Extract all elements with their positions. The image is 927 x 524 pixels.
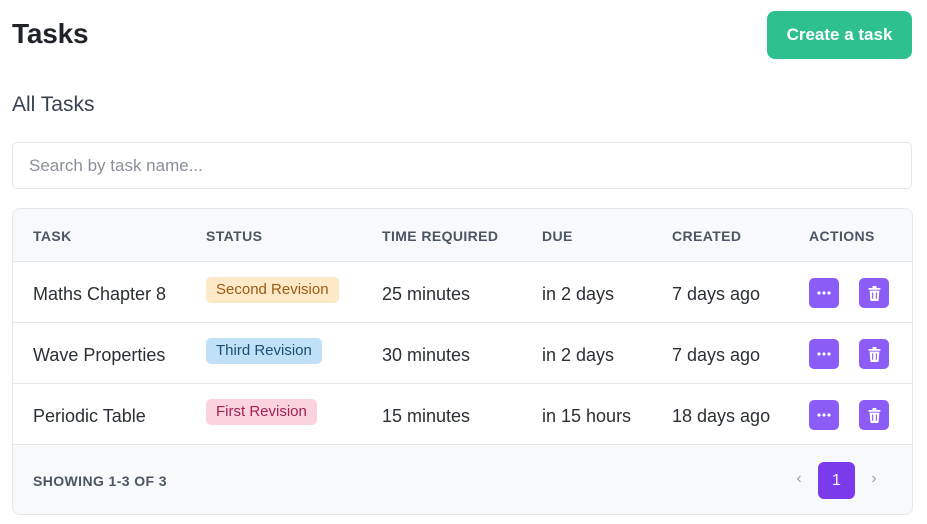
page-title: Tasks <box>12 18 89 49</box>
delete-task-button[interactable] <box>859 400 889 430</box>
table-row: Periodic Table First Revision 15 minutes… <box>13 384 912 445</box>
more-icon <box>817 413 831 417</box>
column-header-actions: ACTIONS <box>809 228 875 244</box>
trash-icon <box>868 346 880 362</box>
column-header-due: DUE <box>542 228 573 244</box>
task-name: Wave Properties <box>33 345 166 365</box>
trash-icon <box>868 407 880 423</box>
due-date: in 2 days <box>542 284 615 304</box>
more-options-button[interactable] <box>809 339 839 369</box>
time-required: 15 minutes <box>382 406 471 426</box>
task-name: Periodic Table <box>33 406 146 426</box>
tasks-table: TASK STATUS TIME REQUIRED DUE CREATED AC… <box>12 208 913 515</box>
pagination-summary: SHOWING 1-3 OF 3 <box>33 473 167 489</box>
status-badge: Third Revision <box>206 338 322 364</box>
table-footer: SHOWING 1-3 OF 3 ‹ 1 › <box>13 446 912 514</box>
status-badge: First Revision <box>206 399 317 425</box>
time-required: 25 minutes <box>382 284 471 304</box>
created-date: 7 days ago <box>672 284 761 304</box>
page-1-button[interactable]: 1 <box>818 462 855 499</box>
status-badge: Second Revision <box>206 277 339 303</box>
due-date: in 15 hours <box>542 406 632 426</box>
column-header-created: CREATED <box>672 228 742 244</box>
task-name: Maths Chapter 8 <box>33 284 167 304</box>
section-title: All Tasks <box>12 93 95 116</box>
table-row: Maths Chapter 8 Second Revision 25 minut… <box>13 262 912 323</box>
create-task-button[interactable]: Create a task <box>767 11 912 59</box>
column-header-status: STATUS <box>206 228 263 244</box>
trash-icon <box>868 285 880 301</box>
more-options-button[interactable] <box>809 278 839 308</box>
due-date: in 2 days <box>542 345 615 365</box>
search-box <box>12 142 912 189</box>
time-required: 30 minutes <box>382 345 471 365</box>
column-header-time-required: TIME REQUIRED <box>382 228 499 244</box>
delete-task-button[interactable] <box>859 339 889 369</box>
delete-task-button[interactable] <box>859 278 889 308</box>
search-input[interactable] <box>13 143 911 188</box>
more-icon <box>817 352 831 356</box>
next-page-button[interactable]: › <box>866 470 882 488</box>
more-icon <box>817 291 831 295</box>
created-date: 7 days ago <box>672 345 761 365</box>
table-row: Wave Properties Third Revision 30 minute… <box>13 323 912 384</box>
previous-page-button[interactable]: ‹ <box>791 470 807 488</box>
table-header: TASK STATUS TIME REQUIRED DUE CREATED AC… <box>13 209 912 262</box>
created-date: 18 days ago <box>672 406 771 426</box>
more-options-button[interactable] <box>809 400 839 430</box>
column-header-task: TASK <box>33 228 72 244</box>
